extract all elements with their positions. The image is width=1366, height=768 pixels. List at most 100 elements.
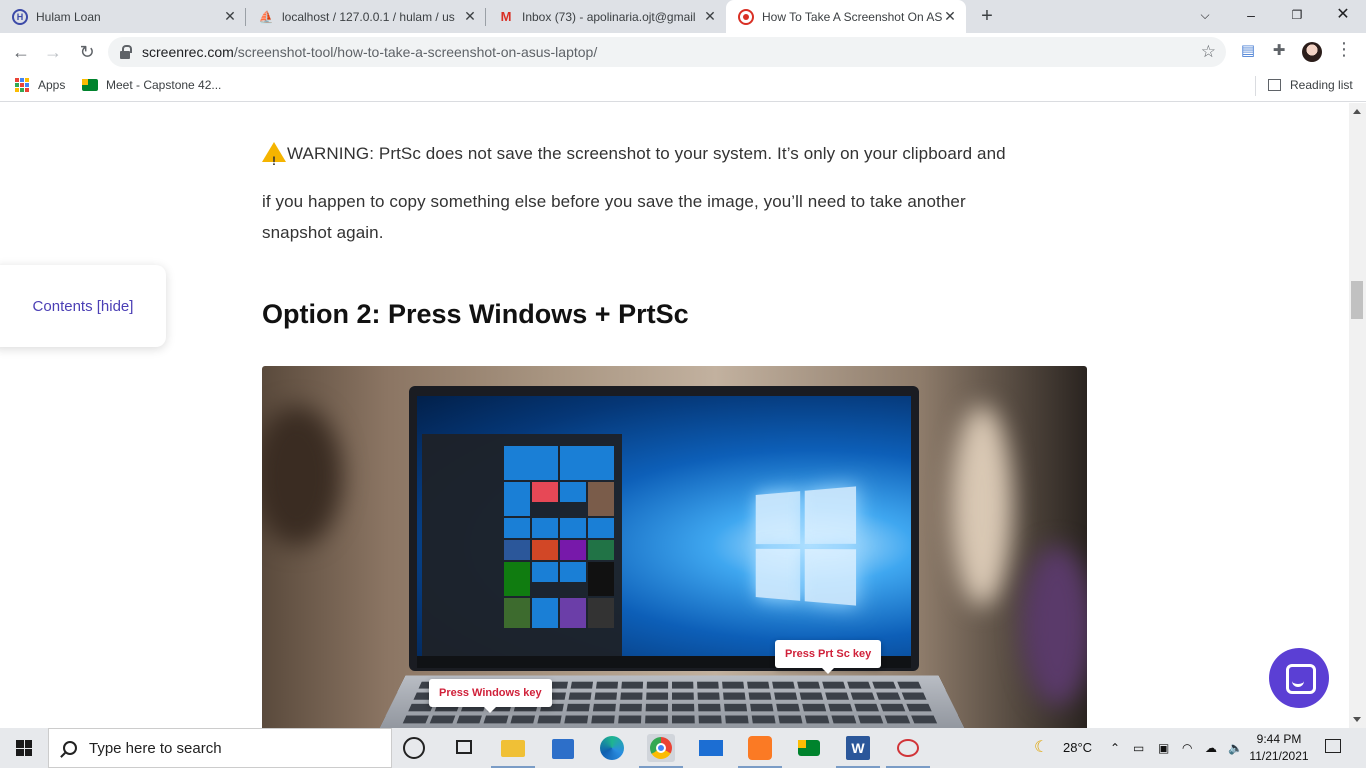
extensions-puzzle-icon[interactable]: ✚ [1268,41,1290,63]
docs-extension-icon[interactable]: ▤ [1237,41,1259,63]
notification-center-icon[interactable] [1325,739,1341,753]
browser-toolbar: ← → ↻ screenrec.com/screenshot-tool/how-… [0,33,1366,71]
start-button[interactable] [0,728,48,768]
network-wifi-icon[interactable]: ◠ [1182,728,1192,768]
cortana-icon[interactable] [403,737,425,759]
google-meet-taskbar-icon[interactable] [795,734,823,762]
bokeh-blur [262,406,342,546]
tab-strip: H Hulam Loan ✕ ⛵ localhost / 127.0.0.1 /… [0,0,1366,33]
toc-label[interactable]: Contents [hide] [33,298,134,315]
taskbar-search-box[interactable]: Type here to search [48,728,392,768]
edge-icon[interactable] [598,734,626,762]
search-icon [63,741,77,755]
forward-arrow-icon[interactable]: → [38,37,68,67]
bookmark-meet-capstone[interactable]: Meet - Capstone 42... [82,78,221,92]
bookmarks-separator [1255,76,1256,96]
battery-icon[interactable]: ▭ [1133,728,1144,768]
apps-grid-icon [15,78,29,92]
file-explorer-icon[interactable] [491,734,535,768]
bookmark-label: Meet - Capstone 42... [106,78,222,92]
meet-now-icon[interactable]: ▣ [1158,728,1169,768]
tab-hulam-loan[interactable]: H Hulam Loan ✕ [0,0,246,33]
url-text: screenrec.com/screenshot-tool/how-to-tak… [142,44,597,60]
warning-triangle-icon [262,142,286,177]
windows-taskbar: Type here to search W ☾ 28°C ⌃ ▭ ▣ ◠ ☁ 🔈… [0,728,1366,768]
scrollbar-thumb[interactable] [1351,281,1363,319]
mail-icon[interactable] [697,734,725,762]
warning-text-line-3: snapshot again. [262,223,384,242]
bookmarks-bar: Apps Meet - Capstone 42... Reading list [0,71,1366,102]
clock-date: 11/21/2021 [1249,749,1309,763]
laptop-screen [417,396,911,668]
menu-kebab-icon[interactable]: ⋮ [1335,39,1353,60]
weather-moon-icon[interactable]: ☾ [1034,728,1048,768]
address-bar[interactable]: screenrec.com/screenshot-tool/how-to-tak… [108,37,1226,67]
onedrive-cloud-icon[interactable]: ☁ [1205,728,1217,768]
warning-first-line: WARNING: PrtSc does not save the screens… [262,138,1092,186]
section-heading: Option 2: Press Windows + PrtSc [262,299,689,329]
bokeh-blur [952,406,1012,606]
warning-text-line-1: WARNING: PrtSc does not save the screens… [287,144,1006,163]
close-tab-icon[interactable]: ✕ [462,8,478,25]
bookmark-label: Apps [38,78,66,92]
url-domain: screenrec.com [142,44,234,60]
bokeh-blur [1022,546,1087,706]
google-meet-icon [82,79,98,91]
profile-avatar[interactable] [1302,42,1322,62]
show-hidden-icons-chevron-icon[interactable]: ⌃ [1110,728,1120,768]
bookmark-apps[interactable]: Apps [15,78,65,92]
page-viewport: WARNING: PrtSc does not save the screens… [0,103,1349,728]
hulam-favicon-icon: H [12,8,28,25]
close-tab-icon[interactable]: ✕ [702,8,718,25]
phpmyadmin-favicon-icon: ⛵ [258,9,274,24]
warning-text-line-2: if you happen to copy something else bef… [262,192,966,211]
tab-search-chevron-icon[interactable]: ⌵ [1182,0,1228,33]
tab-phpmyadmin[interactable]: ⛵ localhost / 127.0.0.1 / hulam / us ✕ [246,0,486,33]
new-tab-plus-icon[interactable]: + [976,5,998,27]
reading-list-icon [1268,79,1281,91]
page-scrollbar[interactable] [1349,103,1366,728]
reading-list-button[interactable]: Reading list [1268,78,1353,92]
bookmark-star-icon[interactable]: ☆ [1201,42,1216,62]
intercom-chat-button[interactable] [1269,648,1329,708]
restore-icon[interactable]: ❐ [1274,0,1320,33]
asus-laptop-image: Press Prt Sc key Press Windows key [262,366,1087,728]
system-clock[interactable]: 9:44 PM 11/21/2021 [1238,731,1320,765]
url-path: /screenshot-tool/how-to-take-a-screensho… [233,44,598,60]
lock-icon[interactable] [120,45,132,59]
screenrec-favicon-icon [738,8,754,25]
scroll-down-arrow-icon[interactable] [1353,717,1361,722]
task-view-icon[interactable] [451,734,479,762]
close-tab-icon[interactable]: ✕ [222,8,238,25]
tab-gmail-inbox[interactable]: M Inbox (73) - apolinaria.ojt@gmail ✕ [486,0,726,33]
callout-windows-key: Press Windows key [429,679,552,713]
table-of-contents-toggle[interactable]: Contents [hide] [0,265,166,347]
tab-title: localhost / 127.0.0.1 / hulam / us [282,9,455,24]
search-placeholder: Type here to search [89,739,222,757]
reading-list-label: Reading list [1290,78,1353,92]
close-window-icon[interactable]: ✕ [1320,0,1366,33]
snipping-tool-icon[interactable] [886,734,930,768]
weather-temperature[interactable]: 28°C [1063,728,1092,768]
microsoft-store-icon[interactable] [549,734,577,762]
warning-paragraph: WARNING: PrtSc does not save the screens… [262,138,1092,248]
tab-title: Inbox (73) - apolinaria.ojt@gmail [522,9,696,24]
key-row [402,715,942,724]
back-arrow-icon[interactable]: ← [6,37,36,67]
close-tab-icon[interactable]: ✕ [942,8,958,25]
windows-logo-icon [16,740,32,756]
chrome-icon[interactable] [639,734,683,768]
start-tiles [504,446,616,628]
tab-title: How To Take A Screenshot On AS [762,9,942,24]
windows-logo-wallpaper [755,486,857,606]
scroll-up-arrow-icon[interactable] [1353,109,1361,114]
tab-screenrec-article[interactable]: How To Take A Screenshot On AS ✕ [726,0,966,33]
start-menu-illustration [422,434,622,656]
callout-prtsc-key: Press Prt Sc key [775,640,882,674]
word-icon[interactable]: W [836,734,880,768]
minimize-icon[interactable]: – [1228,0,1274,33]
clock-time: 9:44 PM [1256,732,1302,746]
reload-icon[interactable]: ↻ [72,37,102,67]
xampp-icon[interactable] [738,734,782,768]
tab-title: Hulam Loan [36,9,101,24]
